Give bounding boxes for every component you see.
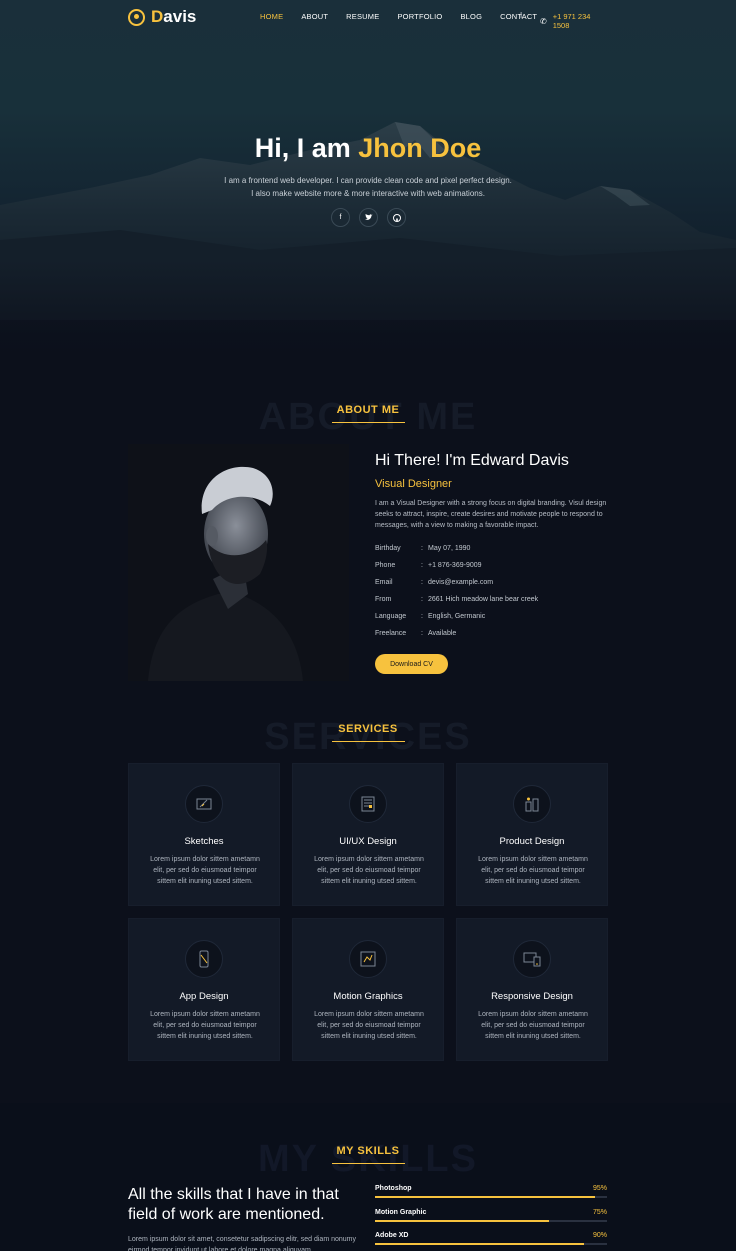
services-title-underline	[332, 741, 405, 742]
nav-phone[interactable]: ✆ +1 971 234 1508	[540, 12, 608, 30]
info-row-email: Email: devis@example.com	[375, 579, 494, 586]
phone-icon: ✆	[540, 16, 547, 26]
skills-paragraph: Lorem ipsum dolor sit amet, consetetur s…	[128, 1236, 356, 1251]
download-cv-button[interactable]: Download CV	[375, 654, 448, 674]
skill-percent: 95%	[592, 1185, 607, 1192]
about-heading: Hi There! I'm Edward Davis	[375, 452, 569, 469]
about-paragraph: I am a Visual Designer with a strong foc…	[375, 500, 607, 529]
info-row-birthday: Birthday: May 07, 1990	[375, 545, 471, 552]
skill-bar	[375, 1243, 607, 1245]
logo-icon	[128, 8, 145, 26]
motion-icon	[349, 940, 387, 978]
about-role: Visual Designer	[375, 478, 452, 490]
service-desc: Lorem ipsum dolor sittem ametamn elit, p…	[314, 856, 424, 885]
responsive-icon	[513, 940, 551, 978]
service-title: Responsive Design	[491, 991, 573, 1002]
service-title: Sketches	[184, 836, 224, 847]
service-card-motion[interactable]: Motion Graphics Lorem ipsum dolor sittem…	[292, 918, 444, 1061]
facebook-icon[interactable]: f	[331, 208, 350, 227]
skills-heading: All the skills that I have in that field…	[128, 1186, 339, 1223]
nav-menu: HOME ABOUT RESUME PORTFOLIO BLOG CONTACT	[260, 12, 555, 21]
nav-item-blog[interactable]: BLOG	[460, 12, 482, 21]
skill-adobe-xd: Adobe XD 90%	[375, 1232, 607, 1245]
github-icon[interactable]	[387, 208, 406, 227]
service-desc: Lorem ipsum dolor sittem ametamn elit, p…	[478, 856, 588, 885]
about-bg-word: ABOUT ME	[258, 396, 478, 438]
navbar: Davis HOME ABOUT RESUME PORTFOLIO BLOG C…	[128, 0, 608, 34]
service-title: UI/UX Design	[339, 836, 397, 847]
service-card-ui-ux[interactable]: UI/UX Design Lorem ipsum dolor sittem am…	[292, 763, 444, 906]
profile-photo	[128, 444, 349, 681]
skill-bar	[375, 1220, 607, 1222]
hero-name: Jhon Doe	[358, 133, 482, 163]
hero-title: Hi, I am Jhon Doe	[254, 133, 482, 163]
info-row-freelance: Freelance: Available	[375, 630, 457, 637]
sketch-icon	[185, 785, 223, 823]
skill-bar-fill	[375, 1196, 596, 1198]
about-title-underline	[332, 422, 405, 423]
service-card-sketches[interactable]: Sketches Lorem ipsum dolor sittem ametam…	[128, 763, 280, 906]
personal-info: Birthday: May 07, 1990 Phone: +1 876-369-9…	[375, 540, 538, 642]
service-title: App Design	[179, 991, 229, 1002]
hero-section: Davis HOME ABOUT RESUME PORTFOLIO BLOG C…	[0, 0, 736, 365]
service-card-app[interactable]: App Design Lorem ipsum dolor sittem amet…	[128, 918, 280, 1061]
skill-name: Motion Graphic	[375, 1209, 427, 1216]
services-section-title: SERVICES	[338, 723, 398, 735]
nav-item-home[interactable]: HOME	[260, 12, 283, 21]
nav-item-resume[interactable]: RESUME	[346, 12, 379, 21]
skill-bar-fill	[375, 1243, 584, 1245]
service-card-product[interactable]: Product Design Lorem ipsum dolor sittem …	[456, 763, 608, 906]
about-section-title: ABOUT ME	[336, 404, 400, 416]
service-desc: Lorem ipsum dolor sittem ametamn elit, p…	[478, 1011, 588, 1040]
twitter-icon[interactable]	[359, 208, 378, 227]
hero-subtitle: I am a frontend web developer. I can pro…	[224, 176, 512, 198]
service-title: Product Design	[499, 836, 565, 847]
service-desc: Lorem ipsum dolor sittem ametamn elit, p…	[314, 1011, 424, 1040]
skills-title-underline	[332, 1163, 405, 1164]
skill-name: Adobe XD	[375, 1232, 409, 1239]
skill-percent: 90%	[592, 1232, 607, 1239]
nav-phone-number: +1 971 234 1508	[552, 12, 591, 30]
skill-bar	[375, 1196, 607, 1198]
info-row-from: From:2661 Hich meadow lane bear creek	[375, 596, 539, 603]
info-row-language: Language: English, Germanic	[375, 613, 486, 620]
app-icon	[185, 940, 223, 978]
skill-motion-graphic: Motion Graphic 75%	[375, 1209, 607, 1222]
service-card-responsive[interactable]: Responsive Design Lorem ipsum dolor sitt…	[456, 918, 608, 1061]
skill-photoshop: Photoshop 95%	[375, 1185, 607, 1198]
logo[interactable]: Davis	[128, 7, 196, 27]
service-desc: Lorem ipsum dolor sittem ametamn elit, p…	[150, 856, 260, 885]
social-links: f	[331, 208, 406, 227]
nav-separator: I	[520, 11, 523, 20]
service-desc: Lorem ipsum dolor sittem ametamn elit, p…	[150, 1011, 260, 1040]
skills-section-title: MY SKILLS	[336, 1145, 400, 1157]
skill-percent: 75%	[592, 1209, 607, 1216]
product-icon	[513, 785, 551, 823]
nav-item-about[interactable]: ABOUT	[301, 12, 328, 21]
nav-item-portfolio[interactable]: PORTFOLIO	[397, 12, 442, 21]
info-row-phone: Phone: +1 876-369-9009	[375, 562, 482, 569]
skill-name: Photoshop	[375, 1185, 412, 1192]
skill-bar-fill	[375, 1220, 549, 1222]
service-title: Motion Graphics	[333, 991, 403, 1002]
nav-item-contact[interactable]: CONTACT	[500, 12, 537, 21]
ui-ux-icon	[349, 785, 387, 823]
